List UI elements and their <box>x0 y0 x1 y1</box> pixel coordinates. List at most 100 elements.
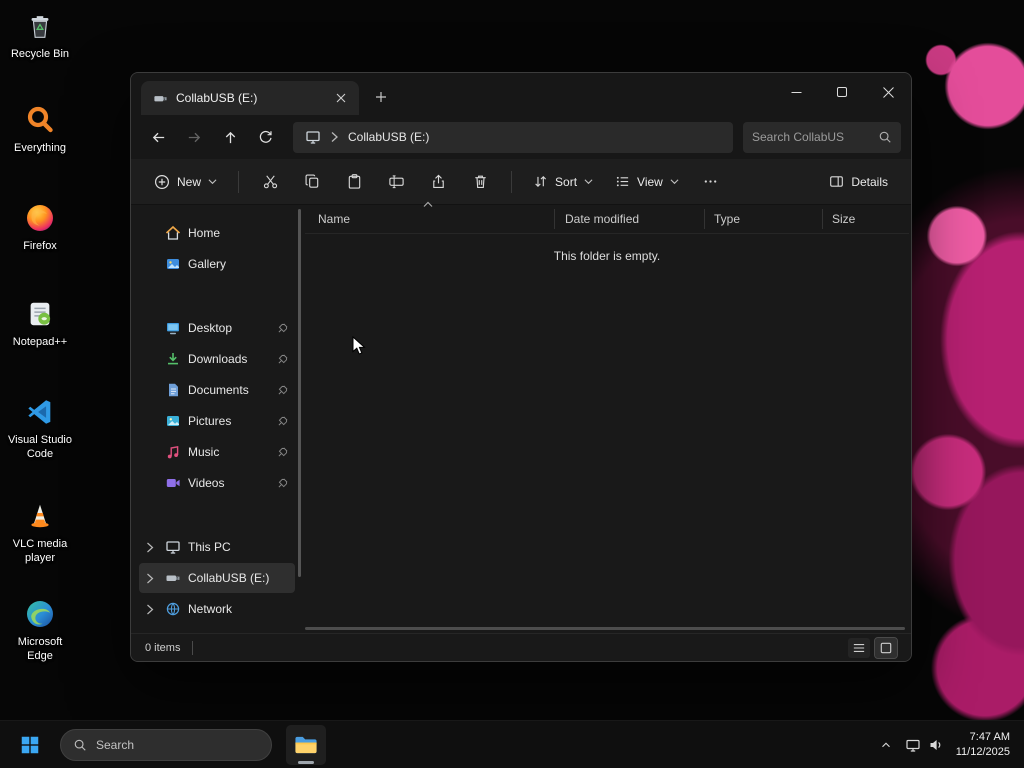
sidebar-item-gallery[interactable]: Gallery <box>139 249 295 279</box>
copy-button[interactable] <box>293 166 331 198</box>
tab-bar: CollabUSB (E:) <box>131 73 911 115</box>
taskbar-search[interactable]: Search <box>60 728 272 761</box>
desktop-icon-everything[interactable]: Everything <box>5 102 75 156</box>
window-controls <box>773 73 911 111</box>
view-toggles <box>848 636 898 659</box>
sidebar-scrollbar[interactable] <box>298 209 301 577</box>
sidebar-item-label: Videos <box>188 476 225 490</box>
network-tray-icon[interactable] <box>905 737 921 753</box>
desktop-icon-recycle-bin[interactable]: Recycle Bin <box>5 8 75 62</box>
column-header-name[interactable]: Name <box>305 201 555 229</box>
command-bar: New Sort View Details <box>131 159 911 205</box>
sort-button-label: Sort <box>555 174 578 189</box>
breadcrumb[interactable]: CollabUSB (E:) <box>348 130 429 144</box>
new-tab-button[interactable] <box>367 83 395 111</box>
chevron-down-icon <box>584 178 593 185</box>
sidebar-item-videos[interactable]: Videos <box>139 468 295 498</box>
maximize-button[interactable] <box>819 73 865 111</box>
recycle-bin-icon <box>25 8 55 44</box>
sort-button[interactable]: Sort <box>524 166 602 198</box>
column-header-size[interactable]: Size <box>823 209 907 229</box>
paste-button[interactable] <box>335 166 373 198</box>
desktop-icon-vlc[interactable]: VLC media player <box>5 498 75 566</box>
horizontal-scrollbar[interactable] <box>305 627 905 630</box>
column-label: Date modified <box>565 212 640 226</box>
taskbar-clock[interactable]: 7:47 AM 11/12/2025 <box>956 730 1010 760</box>
rename-button[interactable] <box>377 166 415 198</box>
sort-icon <box>533 174 548 189</box>
expand-chevron-icon[interactable] <box>143 573 157 584</box>
new-button[interactable]: New <box>145 166 226 198</box>
address-bar[interactable]: CollabUSB (E:) <box>293 121 733 153</box>
tab-close-button[interactable] <box>331 88 351 108</box>
sort-ascending-icon <box>423 201 433 208</box>
share-button[interactable] <box>419 166 457 198</box>
sidebar-item-network[interactable]: Network <box>139 594 295 624</box>
up-button[interactable] <box>213 121 247 153</box>
pin-icon <box>277 353 289 365</box>
desktop-icon-label: Firefox <box>23 240 57 252</box>
more-options-button[interactable] <box>692 166 730 198</box>
large-icons-view-button[interactable] <box>874 636 898 659</box>
details-button[interactable]: Details <box>820 166 897 198</box>
desktop-icon-label: Recycle Bin <box>10 48 70 60</box>
sidebar-item-this-pc[interactable]: This PC <box>139 532 295 562</box>
item-count: 0 items <box>145 641 181 654</box>
this-pc-icon <box>305 129 321 145</box>
pictures-icon <box>164 413 181 429</box>
forward-button[interactable] <box>177 121 211 153</box>
start-button[interactable] <box>10 725 50 765</box>
vscode-icon <box>25 394 55 430</box>
sidebar-item-downloads[interactable]: Downloads <box>139 344 295 374</box>
pin-icon <box>277 477 289 489</box>
details-view-button[interactable] <box>848 637 870 658</box>
volume-tray-icon[interactable] <box>928 737 944 753</box>
column-header-type[interactable]: Type <box>705 209 823 229</box>
usb-drive-icon <box>153 91 168 106</box>
documents-icon <box>164 382 181 398</box>
sidebar-item-desktop[interactable]: Desktop <box>139 313 295 343</box>
gallery-icon <box>164 256 181 272</box>
pin-icon <box>277 446 289 458</box>
desktop-icon-edge[interactable]: Microsoft Edge <box>5 596 75 664</box>
cut-button[interactable] <box>251 166 289 198</box>
sidebar-item-label: This PC <box>188 540 231 554</box>
sidebar-item-music[interactable]: Music <box>139 437 295 467</box>
desktop-icon-notepadpp[interactable]: Notepad++ <box>5 296 75 350</box>
sidebar-item-collabusb[interactable]: CollabUSB (E:) <box>139 563 295 593</box>
chevron-down-icon <box>670 178 679 185</box>
back-button[interactable] <box>141 121 175 153</box>
sidebar-item-label: Network <box>188 602 233 616</box>
home-icon <box>164 225 181 241</box>
system-tray: 7:47 AM 11/12/2025 <box>879 730 1014 760</box>
search-box[interactable]: Search CollabUS <box>743 121 901 153</box>
expand-chevron-icon[interactable] <box>143 604 157 615</box>
search-icon <box>73 738 87 752</box>
sidebar-item-documents[interactable]: Documents <box>139 375 295 405</box>
desktop-folder-icon <box>164 320 181 336</box>
sidebar-item-home[interactable]: Home <box>139 218 295 248</box>
sidebar-item-pictures[interactable]: Pictures <box>139 406 295 436</box>
column-header-date-modified[interactable]: Date modified <box>555 209 705 229</box>
tray-icons[interactable] <box>905 737 944 753</box>
view-button[interactable]: View <box>606 166 688 198</box>
status-divider <box>192 640 194 655</box>
close-button[interactable] <box>865 73 911 111</box>
notepadpp-icon <box>25 296 55 332</box>
minimize-button[interactable] <box>773 73 819 111</box>
delete-button[interactable] <box>461 166 499 198</box>
desktop-icon-firefox[interactable]: Firefox <box>5 200 75 254</box>
clock-date: 11/12/2025 <box>955 745 1010 758</box>
refresh-button[interactable] <box>249 121 283 153</box>
chevron-right-icon <box>330 131 339 143</box>
desktop-icon-vscode[interactable]: Visual Studio Code <box>5 394 75 462</box>
expand-chevron-icon[interactable] <box>143 542 157 553</box>
details-pane-icon <box>829 174 844 189</box>
desktop-icon-label: Everything <box>14 142 66 154</box>
search-icon <box>878 130 892 144</box>
explorer-tab[interactable]: CollabUSB (E:) <box>141 81 359 115</box>
tray-chevron-up-icon[interactable] <box>879 738 893 752</box>
taskbar-file-explorer[interactable] <box>286 724 326 765</box>
details-button-label: Details <box>851 174 888 189</box>
pin-icon <box>277 415 289 427</box>
